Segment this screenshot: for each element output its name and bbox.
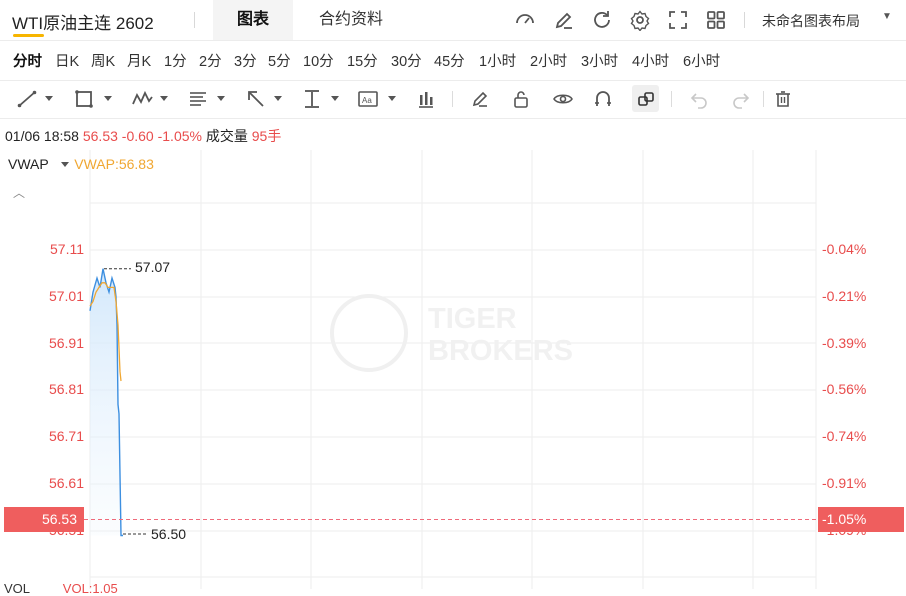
fibonacci-tool-icon[interactable] <box>187 88 209 110</box>
period-7[interactable]: 5分 <box>268 50 291 71</box>
measure-tool-icon[interactable] <box>301 88 323 110</box>
period-0[interactable]: 分时 <box>13 50 42 71</box>
brush-icon[interactable] <box>469 88 491 110</box>
quote-change-pct: -1.05% <box>157 128 202 144</box>
period-6[interactable]: 3分 <box>234 50 257 71</box>
quote-change: -0.60 <box>121 128 154 144</box>
period-9[interactable]: 15分 <box>347 50 378 71</box>
indicator-line: VWAP VWAP:56.83 <box>8 156 154 172</box>
caret-down-icon[interactable] <box>274 96 282 101</box>
tab-chart[interactable]: 图表 <box>213 0 293 40</box>
period-3[interactable]: 月K <box>127 50 151 71</box>
magnet-icon[interactable] <box>592 88 614 110</box>
period-2[interactable]: 周K <box>91 50 115 71</box>
y-tick-label: 56.81 <box>48 381 84 397</box>
indicator-name[interactable]: VWAP <box>8 156 48 172</box>
y-tick-label: 56.91 <box>48 335 84 351</box>
gear-icon[interactable] <box>629 9 651 31</box>
period-13[interactable]: 2小时 <box>530 50 567 71</box>
caret-down-icon[interactable] <box>388 96 396 101</box>
period-8[interactable]: 10分 <box>303 50 334 71</box>
caret-down-icon[interactable] <box>331 96 339 101</box>
caret-down-icon[interactable] <box>61 162 69 167</box>
divider <box>194 12 195 28</box>
intraday-chart[interactable]: TIGERBROKERS <box>0 150 906 589</box>
quote-info-line: 01/06 18:58 56.53 -0.60 -1.05% 成交量 95手 <box>5 126 281 146</box>
eye-icon[interactable] <box>552 88 574 110</box>
divider <box>744 12 745 28</box>
period-14[interactable]: 3小时 <box>581 50 618 71</box>
divider <box>763 91 764 107</box>
caret-down-icon[interactable] <box>160 96 168 101</box>
text-tool-icon[interactable]: Aa <box>357 88 379 110</box>
link-icon[interactable] <box>635 88 657 110</box>
redo-icon[interactable] <box>730 88 752 110</box>
period-12[interactable]: 1小时 <box>479 50 516 71</box>
instrument-title: WTI原油主连 2602 <box>12 14 154 33</box>
vwap-value: VWAP:56.83 <box>74 156 154 172</box>
watermark-logo <box>330 294 408 372</box>
pct-tick-label: -0.39% <box>822 335 867 351</box>
y-tick-label: 56.61 <box>48 475 84 491</box>
period-16[interactable]: 6小时 <box>683 50 720 71</box>
gauge-icon[interactable] <box>514 9 536 31</box>
volume-value: 95手 <box>251 128 282 144</box>
svg-text:Aa: Aa <box>362 96 372 105</box>
lock-icon[interactable] <box>510 88 532 110</box>
pct-tick-label: -0.56% <box>822 381 867 397</box>
last-pct-tag: -1.05% <box>818 507 904 532</box>
period-5[interactable]: 2分 <box>199 50 222 71</box>
undo-icon[interactable] <box>688 88 710 110</box>
watermark-text: TIGER <box>428 303 517 335</box>
top-header: WTI原油主连 2602 图表 合约资料 未命名图表布局 ▼ <box>0 0 906 41</box>
fullscreen-icon[interactable] <box>667 9 689 31</box>
pct-tick-label: -0.21% <box>822 288 867 304</box>
pct-tick-label: -0.74% <box>822 428 867 444</box>
period-11[interactable]: 45分 <box>434 50 465 71</box>
pct-tick-label: -0.04% <box>822 241 867 257</box>
caret-down-icon[interactable] <box>45 96 53 101</box>
caret-down-icon[interactable] <box>104 96 112 101</box>
caret-down-icon[interactable]: ▼ <box>882 11 892 22</box>
refresh-icon[interactable] <box>591 9 613 31</box>
layout-selector[interactable]: 未命名图表布局 <box>762 11 860 31</box>
bar-tool-icon[interactable] <box>415 88 437 110</box>
divider <box>671 91 672 107</box>
quote-time: 01/06 18:58 <box>5 128 79 144</box>
divider <box>452 91 453 107</box>
pct-tick-label: -0.91% <box>822 475 867 491</box>
y-tick-label: 57.11 <box>50 241 84 257</box>
tab-contract-info[interactable]: 合约资料 <box>305 0 397 40</box>
period-10[interactable]: 30分 <box>391 50 422 71</box>
y-tick-label: 57.01 <box>48 288 84 304</box>
trash-icon[interactable] <box>772 88 794 110</box>
last-price-tag: 56.53 <box>4 507 84 532</box>
arrow-tool-icon[interactable] <box>245 88 267 110</box>
grid-icon[interactable] <box>705 9 727 31</box>
line-tool-icon[interactable] <box>16 88 38 110</box>
low-marker-label: 56.50 <box>151 526 187 542</box>
period-4[interactable]: 1分 <box>164 50 187 71</box>
watermark-text: BROKERS <box>428 335 573 367</box>
y-tick-label: 56.71 <box>48 428 84 444</box>
collapse-icon[interactable]: ︿ <box>13 184 25 201</box>
active-period-indicator <box>13 34 44 37</box>
pencil-icon[interactable] <box>553 9 575 31</box>
high-marker-label: 57.07 <box>135 259 171 275</box>
pattern-tool-icon[interactable] <box>131 88 153 110</box>
period-15[interactable]: 4小时 <box>632 50 669 71</box>
volume-label: 成交量 <box>205 128 248 144</box>
rectangle-tool-icon[interactable] <box>73 88 95 110</box>
period-1[interactable]: 日K <box>55 50 79 71</box>
quote-price: 56.53 <box>82 128 118 144</box>
caret-down-icon[interactable] <box>217 96 225 101</box>
